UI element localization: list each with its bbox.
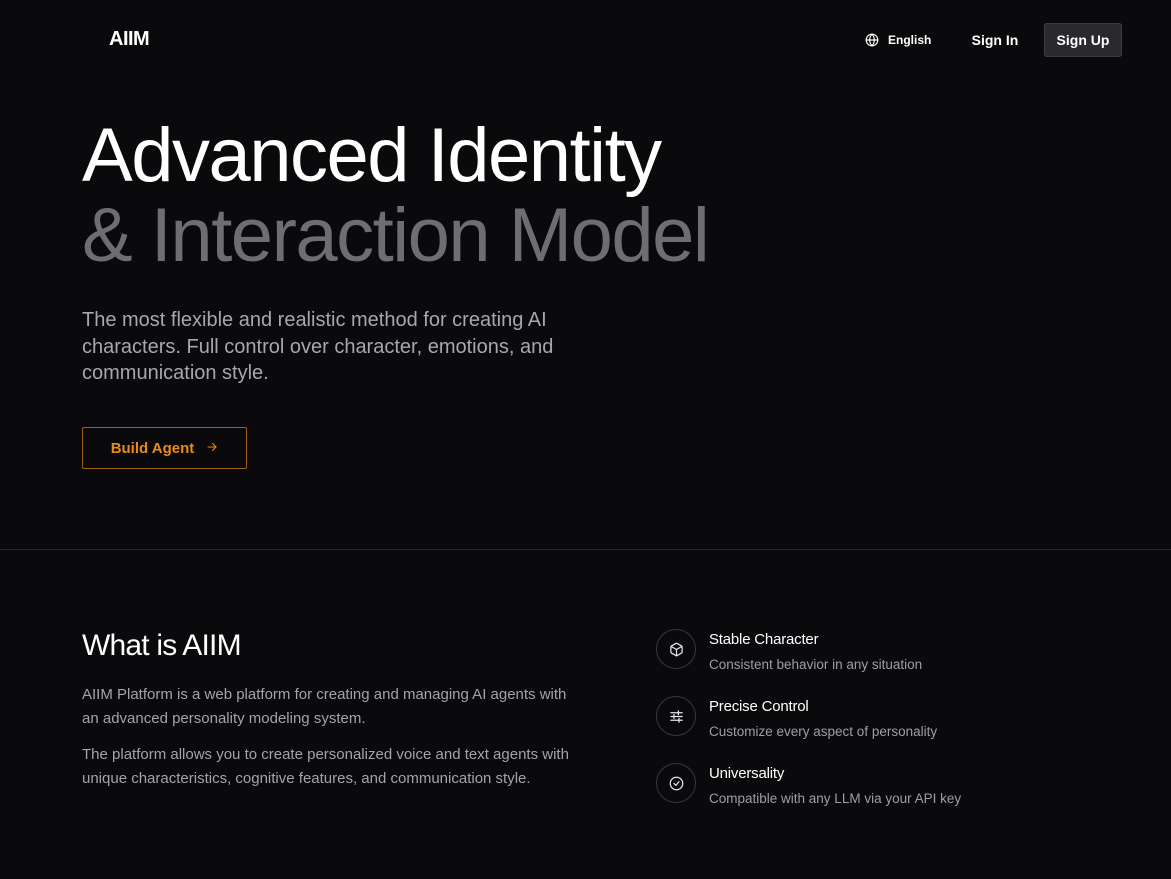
feature-stable-character: Stable Character Consistent behavior in …	[656, 629, 1116, 679]
sliders-icon	[656, 696, 696, 736]
language-selector[interactable]: English	[865, 30, 931, 50]
hero-description: The most flexible and realistic method f…	[82, 307, 612, 387]
hero-title: Advanced Identity & Interaction Model	[82, 116, 708, 276]
feature-title: Stable Character	[709, 631, 818, 648]
sign-up-button[interactable]: Sign Up	[1044, 23, 1122, 57]
site-header: AIIM English Sign In Sign Up	[0, 0, 1171, 80]
page: AIIM English Sign In Sign Up Advanced Id…	[0, 0, 1171, 879]
about-title: What is AIIM	[82, 629, 241, 663]
feature-title: Precise Control	[709, 698, 809, 715]
globe-icon	[865, 33, 879, 47]
about-paragraph-2: The platform allows you to create person…	[82, 743, 582, 790]
hero-title-line1: Advanced Identity	[82, 116, 708, 196]
hero-title-line2: & Interaction Model	[82, 196, 708, 276]
sign-in-button[interactable]: Sign In	[960, 23, 1030, 57]
build-agent-button[interactable]: Build Agent	[82, 427, 247, 469]
feature-title: Universality	[709, 765, 784, 782]
check-circle-icon	[656, 763, 696, 803]
logo[interactable]: AIIM	[109, 28, 149, 51]
feature-description: Compatible with any LLM via your API key	[709, 791, 961, 806]
language-label: English	[888, 33, 931, 47]
feature-description: Consistent behavior in any situation	[709, 657, 922, 672]
feature-description: Customize every aspect of personality	[709, 724, 937, 739]
section-divider	[0, 549, 1171, 550]
arrow-right-icon	[206, 440, 218, 457]
feature-universality: Universality Compatible with any LLM via…	[656, 763, 1116, 813]
about-paragraph-1: AIIM Platform is a web platform for crea…	[82, 683, 582, 730]
build-agent-label: Build Agent	[111, 440, 195, 457]
cube-icon	[656, 629, 696, 669]
feature-precise-control: Precise Control Customize every aspect o…	[656, 696, 1116, 746]
